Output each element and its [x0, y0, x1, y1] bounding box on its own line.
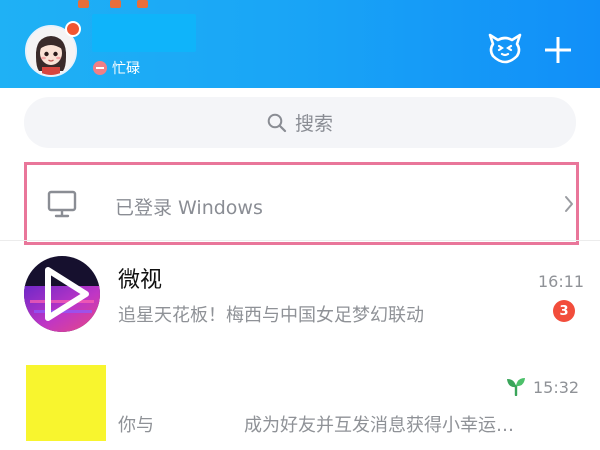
divider [0, 240, 600, 241]
status-label: 忙碌 [112, 61, 140, 77]
chat-preview-suffix: 成为好友并互发消息获得小幸运… [244, 415, 514, 436]
weishi-avatar [24, 256, 100, 332]
unread-badge: 3 [553, 300, 575, 322]
chat-preview-prefix: 你与 [118, 415, 154, 436]
sprout-icon [507, 378, 525, 396]
notification-icon [137, 0, 148, 8]
chat-preview: 追星天花板！梅西与中国女足梦幻联动 [118, 305, 424, 326]
search-icon [267, 113, 287, 132]
status-bar [0, 0, 600, 8]
chat-time: 15:32 [533, 378, 580, 397]
contact-avatar-redacted [26, 365, 106, 441]
chevron-right-icon [565, 196, 573, 212]
notification-icon [110, 0, 121, 8]
chat-time: 16:11 [538, 272, 585, 291]
online-status[interactable]: 忙碌 [93, 58, 140, 78]
login-device-row[interactable]: 已登录 Windows [24, 162, 579, 245]
chat-name: 微视 [118, 268, 163, 293]
monitor-icon [47, 190, 77, 218]
login-device-label: 已登录 Windows [115, 197, 263, 219]
pet-icon[interactable] [488, 32, 522, 64]
nickname-redacted [92, 14, 196, 52]
busy-icon [93, 61, 107, 75]
search-input[interactable]: 搜索 [24, 97, 576, 148]
plus-icon[interactable] [544, 36, 572, 64]
notification-dot [65, 21, 81, 37]
search-placeholder: 搜索 [294, 113, 333, 135]
notification-icon [78, 0, 89, 8]
